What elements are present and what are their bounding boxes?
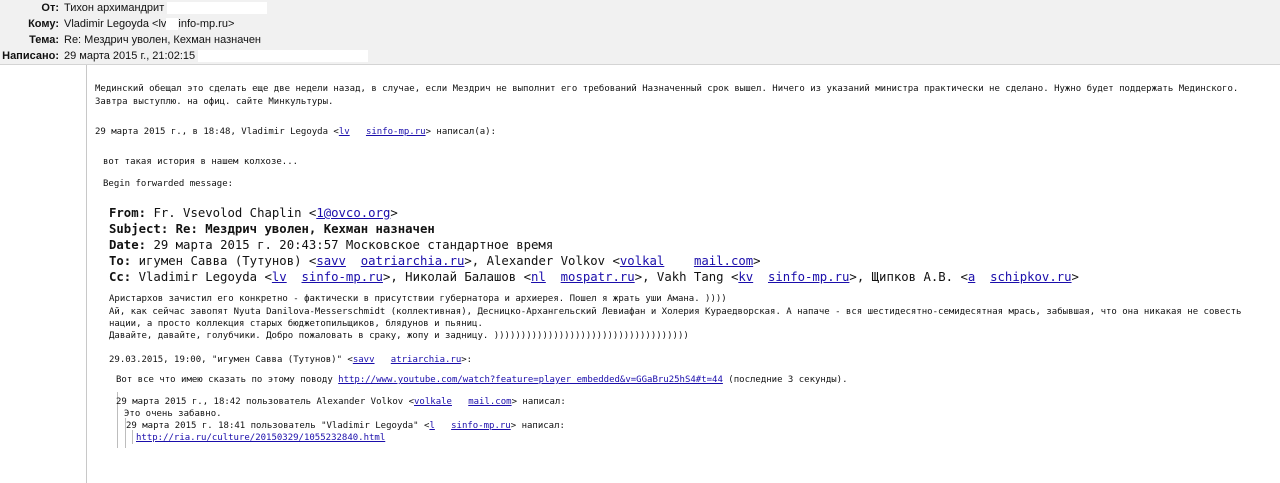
redacted-box <box>167 2 268 15</box>
fwd-from-suffix: > <box>390 206 398 220</box>
attribution-suffix: >: <box>461 355 473 365</box>
date-text: 29 марта 2015 г., 21:02:15 <box>64 50 196 62</box>
legoyda-attribution: 29 марта 2015 г. 18:41 пользователь "Vla… <box>126 420 565 432</box>
attribution-suffix: > написал(а): <box>425 127 497 137</box>
fwd-body-line-4: Давайте, давайте, голубчики. Добро пожал… <box>109 331 689 341</box>
subject-value: Re: Мездрич уволен, Кехман назначен <box>64 34 262 46</box>
fwd-cc-text: >, Щипков А.В. < <box>849 270 968 284</box>
email-link[interactable]: a <box>968 270 975 284</box>
email-link[interactable]: nl <box>531 270 546 284</box>
fwd-from-text: Fr. Vsevolod Chaplin < <box>153 206 317 220</box>
fwd-to-suffix: > <box>753 254 761 268</box>
from-label: От: <box>41 2 59 14</box>
fwd-cc-text: Vladimir Legoyda < <box>138 270 272 284</box>
attribution-text: 29 марта 2015 г. 18:41 пользователь "Vla… <box>126 421 430 431</box>
reply-line-1: Мединский обещал это сделать еще две нед… <box>95 84 1239 94</box>
to-label: Кому: <box>28 18 59 30</box>
fwd-cc-text: >, Николай Балашов < <box>382 270 532 284</box>
fwd-body-line-2: Ай, как сейчас завопят Nyuta Danilova-Me… <box>109 307 1242 317</box>
fwd-cc-row: Cc: Vladimir Legoyda <lv sinfo-mp.ru>, Н… <box>109 269 1079 285</box>
fwd-subject-row: Subject: Re: Мездрич уволен, Кехман назн… <box>109 221 435 237</box>
from-value[interactable]: Тихон архимандрит <box>64 0 268 16</box>
date-label: Написано: <box>2 50 59 62</box>
email-link[interactable]: schipkov.ru <box>990 270 1071 284</box>
youtube-link[interactable]: http://www.youtube.com/watch?feature=pla… <box>338 375 723 385</box>
redacted-box <box>166 18 179 31</box>
quote-bar <box>132 430 133 444</box>
reply-line-2: Завтра выступлю. на офиц. сайте Минкульт… <box>95 97 334 107</box>
fwd-to-label: To: <box>109 254 132 268</box>
subject-label: Тема: <box>29 34 59 46</box>
email-link[interactable]: savv <box>353 355 375 365</box>
reply-attribution: 29 марта 2015 г., в 18:48, Vladimir Lego… <box>95 126 496 138</box>
fwd-from-row: From: Fr. Vsevolod Chaplin <1@ovco.org> <box>109 205 398 221</box>
quoted-line-1: вот такая история в нашем колхозе... <box>103 157 299 167</box>
fwd-to-text: >, Alexander Volkov < <box>464 254 620 268</box>
savva-attribution: 29.03.2015, 19:00, "игумен Савва (Тутуно… <box>109 354 472 366</box>
fwd-subject-value: Re: Мездрич уволен, Кехман назначен <box>175 222 435 236</box>
email-link[interactable]: lv <box>272 270 287 284</box>
fwd-date-row: Date: 29 марта 2015 г. 20:43:57 Московск… <box>109 237 553 253</box>
email-link[interactable]: volkale <box>414 397 452 407</box>
savva-text: Вот все что имею сказать по этому поводу… <box>116 374 848 386</box>
email-link[interactable]: lv <box>339 127 350 137</box>
email-link[interactable]: volkal <box>620 254 664 268</box>
fwd-body-line-1: Аристархов зачистил его конкретно - факт… <box>109 294 727 304</box>
savva-text-start: Вот все что имею сказать по этому поводу <box>116 375 339 385</box>
ria-link[interactable]: http://ria.ru/culture/20150329/105523284… <box>136 433 385 443</box>
fwd-to-row: To: игумен Савва (Тутунов) <savv oatriar… <box>109 253 761 269</box>
attribution-text: 29 марта 2015 г., в 18:48, Vladimir Lego… <box>95 127 339 137</box>
date-value: 29 марта 2015 г., 21:02:15 <box>64 48 369 64</box>
email-link[interactable]: atriarchia.ru <box>391 355 461 365</box>
email-link[interactable]: mospatr.ru <box>561 270 635 284</box>
email-link[interactable]: mail.com <box>694 254 753 268</box>
from-name[interactable]: Тихон архимандрит <box>64 2 164 14</box>
volkov-text: Это очень забавно. <box>124 409 222 419</box>
fwd-from-label: From: <box>109 206 147 220</box>
email-link[interactable]: oatriarchia.ru <box>361 254 465 268</box>
to-domain[interactable]: info-mp.ru> <box>178 18 234 30</box>
email-link[interactable]: sinfo-mp.ru <box>451 421 511 431</box>
email-link[interactable]: sinfo-mp.ru <box>366 127 426 137</box>
message-header: От: Тихон архимандрит Кому: Vladimir Leg… <box>0 0 1280 65</box>
savva-text-end: (последние 3 секунды). <box>722 375 848 385</box>
fwd-cc-label: Cc: <box>109 270 132 284</box>
to-name[interactable]: Vladimir Legoyda <lv <box>64 18 166 30</box>
redacted-box <box>198 50 369 63</box>
email-link[interactable]: mail.com <box>468 397 511 407</box>
volkov-attribution: 29 марта 2015 г., 18:42 пользователь Ale… <box>116 396 566 408</box>
email-link[interactable]: sinfo-mp.ru <box>768 270 849 284</box>
email-link[interactable]: 1@ovco.org <box>316 206 390 220</box>
attribution-text: 29.03.2015, 19:00, "игумен Савва (Тутуно… <box>109 355 353 365</box>
email-link[interactable]: sinfo-mp.ru <box>302 270 383 284</box>
fwd-to-text: игумен Савва (Тутунов) < <box>138 254 317 268</box>
email-link[interactable]: l <box>429 421 434 431</box>
quoted-line-2: Begin forwarded message: <box>103 179 234 189</box>
message-left-border <box>86 65 87 483</box>
fwd-cc-text: >, Vakh Tang < <box>634 270 739 284</box>
fwd-cc-suffix: > <box>1071 270 1079 284</box>
fwd-body-line-3: нации, а просто коллекция старых бюджето… <box>109 319 483 329</box>
attribution-text: 29 марта 2015 г., 18:42 пользователь Ale… <box>116 397 415 407</box>
attribution-suffix: > написал: <box>510 421 565 431</box>
ria-link-line: http://ria.ru/culture/20150329/105523284… <box>136 432 385 444</box>
fwd-subject-label: Subject: <box>109 222 169 236</box>
attribution-suffix: > написал: <box>511 397 566 407</box>
email-link[interactable]: kv <box>738 270 753 284</box>
fwd-date-label: Date: <box>109 238 147 252</box>
to-value[interactable]: Vladimir Legoyda <lv info-mp.ru> <box>64 16 234 32</box>
email-link[interactable]: savv <box>316 254 346 268</box>
fwd-date-value: 29 марта 2015 г. 20:43:57 Московское ста… <box>153 238 554 252</box>
